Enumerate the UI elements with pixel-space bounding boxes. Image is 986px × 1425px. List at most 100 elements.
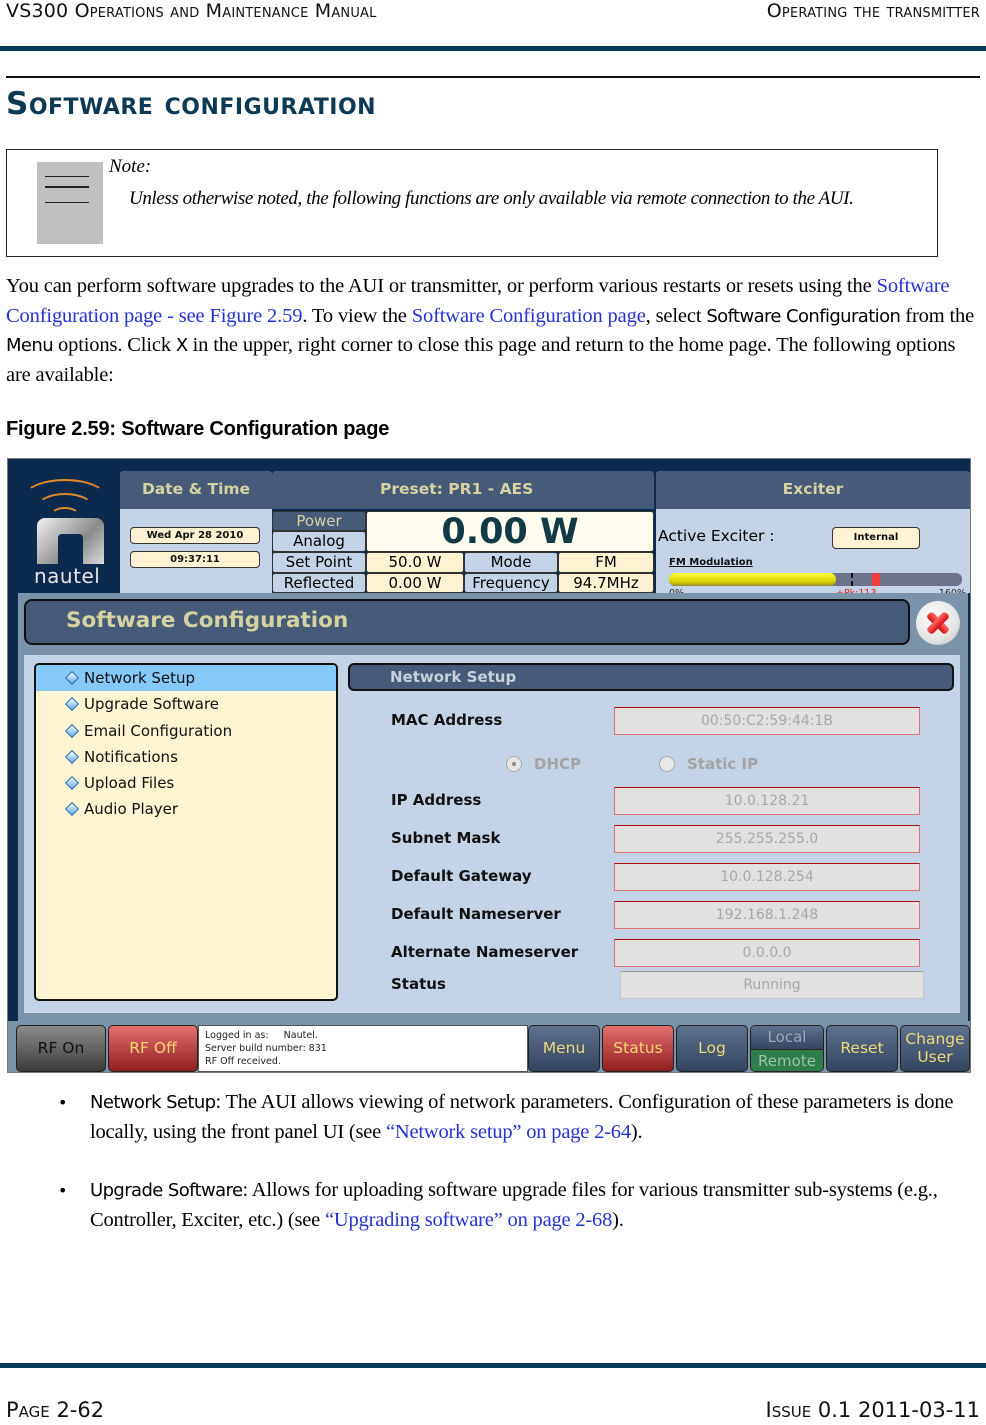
menu-item-notifications[interactable]: Notifications: [36, 744, 336, 770]
footer-rule: [0, 1363, 986, 1368]
bullet-icon: •: [58, 1181, 68, 1200]
network-setup-panel: Network Setup MAC Address 00:50:C2:59:44…: [346, 663, 954, 1003]
log-line: RF Off received.: [205, 1056, 281, 1067]
status-log: Logged in as: Nautel. Server build number…: [198, 1025, 528, 1072]
log-line: Server build number: 831: [205, 1043, 327, 1054]
exciter-panel: Exciter Active Exciter : Internal FM Mod…: [656, 471, 970, 599]
text-run: from the: [900, 304, 975, 327]
ui-term-x: X: [175, 335, 188, 356]
ip-address-field: 10.0.128.21: [614, 787, 920, 815]
cross-reference-link[interactable]: “Upgrading software” on page 2-68: [325, 1209, 612, 1231]
menu-item-upgrade-software[interactable]: Upgrade Software: [36, 691, 336, 717]
dhcp-radio[interactable]: DHCP: [506, 755, 581, 773]
menu-item-audio-player[interactable]: Audio Player: [36, 796, 336, 822]
software-config-page-link[interactable]: Software Configuration page: [412, 305, 646, 327]
software-configuration-window: Software Configuration Network Setup Upgr…: [18, 593, 968, 1021]
manual-title: VS300 Operations and Maintenance Manual: [6, 0, 377, 22]
menu-button[interactable]: Menu: [528, 1025, 600, 1072]
active-exciter-value: Internal: [832, 527, 920, 549]
page-number: Page 2-62: [6, 1398, 105, 1422]
default-gateway-label: Default Gateway: [391, 867, 532, 885]
window-title: Software Configuration: [24, 599, 910, 645]
radio-unselected-icon: [659, 756, 675, 772]
default-nameserver-field: 192.168.1.248: [614, 901, 920, 929]
static-ip-radio[interactable]: Static IP: [659, 755, 758, 773]
section-title: Software configuration: [6, 86, 377, 122]
change-user-button[interactable]: Change User: [900, 1025, 970, 1072]
note-icon: [37, 162, 103, 244]
menu-item-label: Upgrade Software: [84, 695, 220, 714]
menu-item-label: Network Setup: [84, 669, 196, 687]
tab-power[interactable]: Power: [272, 511, 366, 531]
section-rule: [6, 76, 980, 78]
local-remote-toggle[interactable]: Local Remote: [750, 1025, 824, 1072]
peak-marker-line: [851, 573, 854, 586]
figure-caption: Figure 2.59: Software Configuration page: [6, 418, 390, 440]
chapter-title: Operating the transmitter: [766, 0, 980, 22]
rf-on-button[interactable]: RF On: [16, 1025, 106, 1072]
fm-modulation-label: FM Modulation: [669, 557, 753, 568]
log-line: Logged in as: Nautel.: [205, 1030, 318, 1041]
ip-address-label: IP Address: [391, 791, 482, 809]
config-menu-list: Network Setup Upgrade Software Email Confi…: [34, 663, 338, 1001]
text-run: . To view the: [302, 304, 412, 327]
bullet-text-end: ).: [630, 1120, 643, 1143]
modulation-level-bar: [669, 573, 836, 586]
bullet-item: • Network Setup: The AUI allows viewing o…: [58, 1088, 982, 1147]
menu-item-email-configuration[interactable]: Email Configuration: [36, 718, 336, 744]
intro-paragraph: You can perform software upgrades to the…: [6, 272, 976, 390]
change-user-line2: User: [917, 1048, 953, 1066]
change-user-line1: Change: [905, 1030, 965, 1048]
peak-indicator: [871, 573, 880, 586]
date-time-title: Date & Time: [120, 471, 272, 509]
ui-term-menu: Menu: [6, 335, 54, 356]
text-run: options. Click: [53, 334, 176, 356]
running-header: VS300 Operations and Maintenance Manual …: [6, 0, 980, 26]
local-button[interactable]: Local: [751, 1026, 823, 1049]
radio-selected-icon: [506, 756, 522, 772]
status-button[interactable]: Status: [602, 1025, 674, 1072]
reset-button[interactable]: Reset: [826, 1025, 898, 1072]
bullet-term: Upgrade Software: [90, 1180, 243, 1201]
date-time-panel: Date & Time Wed Apr 28 2010 09:37:11: [120, 471, 272, 593]
mode-label: Mode: [464, 552, 558, 573]
menu-item-label: Email Configuration: [84, 721, 233, 740]
text-run: , select: [645, 304, 707, 327]
cross-reference-link[interactable]: “Network setup” on page 2-64: [386, 1121, 631, 1143]
reflected-label: Reflected: [272, 573, 366, 593]
note-text: Unless otherwise noted, the following fu…: [129, 188, 854, 209]
menu-item-network-setup[interactable]: Network Setup: [36, 665, 336, 692]
mode-value: FM: [558, 552, 654, 573]
aui-screenshot: nautel Date & Time Wed Apr 28 2010 09:37…: [7, 458, 971, 1073]
menu-item-label: Audio Player: [84, 800, 179, 819]
bullet-term: Network Setup: [90, 1092, 216, 1113]
header-rule: [0, 46, 986, 51]
options-list: • Network Setup: The AUI allows viewing o…: [58, 1088, 982, 1264]
subnet-mask-label: Subnet Mask: [391, 829, 501, 847]
power-readout: 0.00 W: [366, 511, 654, 552]
fm-modulation-meter: [669, 573, 962, 586]
bullet-icon: •: [58, 1093, 68, 1112]
log-button[interactable]: Log: [676, 1025, 748, 1072]
remote-button[interactable]: Remote: [751, 1049, 823, 1071]
time-display: 09:37:11: [130, 551, 260, 568]
status-label: Status: [391, 975, 446, 993]
set-point-value: 50.0 W: [366, 552, 464, 573]
tab-analog[interactable]: Analog: [272, 531, 366, 552]
active-exciter-label: Active Exciter :: [658, 527, 775, 545]
menu-item-upload-files[interactable]: Upload Files: [36, 770, 336, 796]
note-box: Note: Unless otherwise noted, the follow…: [6, 149, 938, 257]
bullet-text-end: ).: [612, 1208, 624, 1231]
preset-title: Preset: PR1 - AES: [272, 471, 654, 509]
subnet-mask-field: 255.255.255.0: [614, 825, 920, 853]
preset-panel: Preset: PR1 - AES Power Analog 0.00 W Se…: [272, 471, 654, 593]
frequency-label: Frequency: [464, 573, 558, 593]
default-gateway-field: 10.0.128.254: [614, 863, 920, 891]
rf-off-button[interactable]: RF Off: [108, 1025, 198, 1072]
close-x-icon[interactable]: [916, 601, 960, 645]
bottom-toolbar: RF On RF Off Logged in as: Nautel. Server…: [8, 1021, 970, 1072]
alternate-nameserver-label: Alternate Nameserver: [391, 943, 579, 961]
frequency-value: 94.7MHz: [558, 573, 654, 593]
menu-item-label: Notifications: [84, 747, 178, 766]
status-field: Running: [620, 971, 924, 999]
